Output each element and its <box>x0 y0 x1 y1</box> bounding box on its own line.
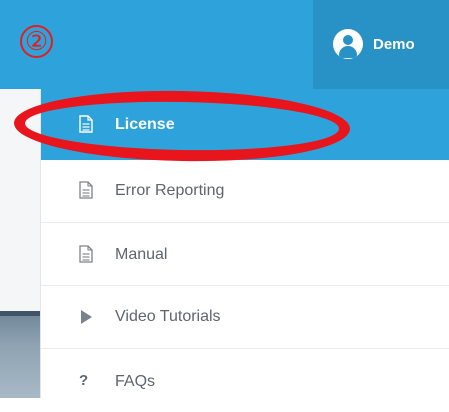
avatar-body-shape <box>339 46 357 58</box>
menu-item-video-tutorials[interactable]: Video Tutorials <box>41 286 449 349</box>
menu-item-label: Error Reporting <box>115 182 225 199</box>
background-page-banner <box>0 311 40 398</box>
play-icon <box>81 310 92 324</box>
user-name[interactable]: Demo <box>373 36 415 53</box>
document-icon <box>79 181 93 199</box>
menu-item-label: Manual <box>115 246 168 263</box>
user-avatar-icon[interactable] <box>333 29 363 59</box>
menu-item-error-reporting[interactable]: Error Reporting <box>41 160 449 223</box>
step-number-annotation: ② <box>20 25 53 58</box>
menu-item-faqs[interactable]: ? FAQs <box>41 349 449 412</box>
question-icon: ? <box>79 372 89 389</box>
menu-item-label: FAQs <box>115 373 156 390</box>
document-icon <box>79 245 93 263</box>
avatar-head-shape <box>343 35 353 45</box>
menu-item-label: Video Tutorials <box>115 308 221 325</box>
menu-item-manual[interactable]: Manual <box>41 223 449 286</box>
